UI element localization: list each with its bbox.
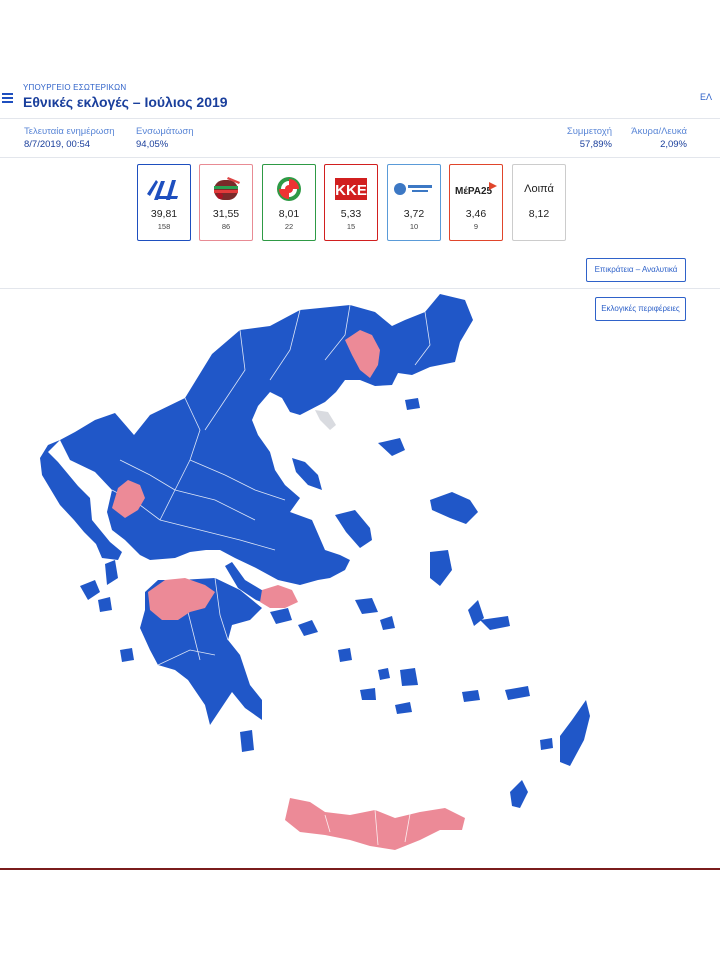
- nd-regions[interactable]: [40, 294, 590, 808]
- mount-athos-region: [315, 410, 336, 430]
- greece-results-map: [40, 294, 590, 850]
- election-results-app: ΥΠΟΥΡΓΕΙΟ ΕΣΩΤΕΡΙΚΩΝ Εθνικές εκλογές – Ι…: [0, 80, 720, 870]
- page-bottom-border: [0, 868, 720, 870]
